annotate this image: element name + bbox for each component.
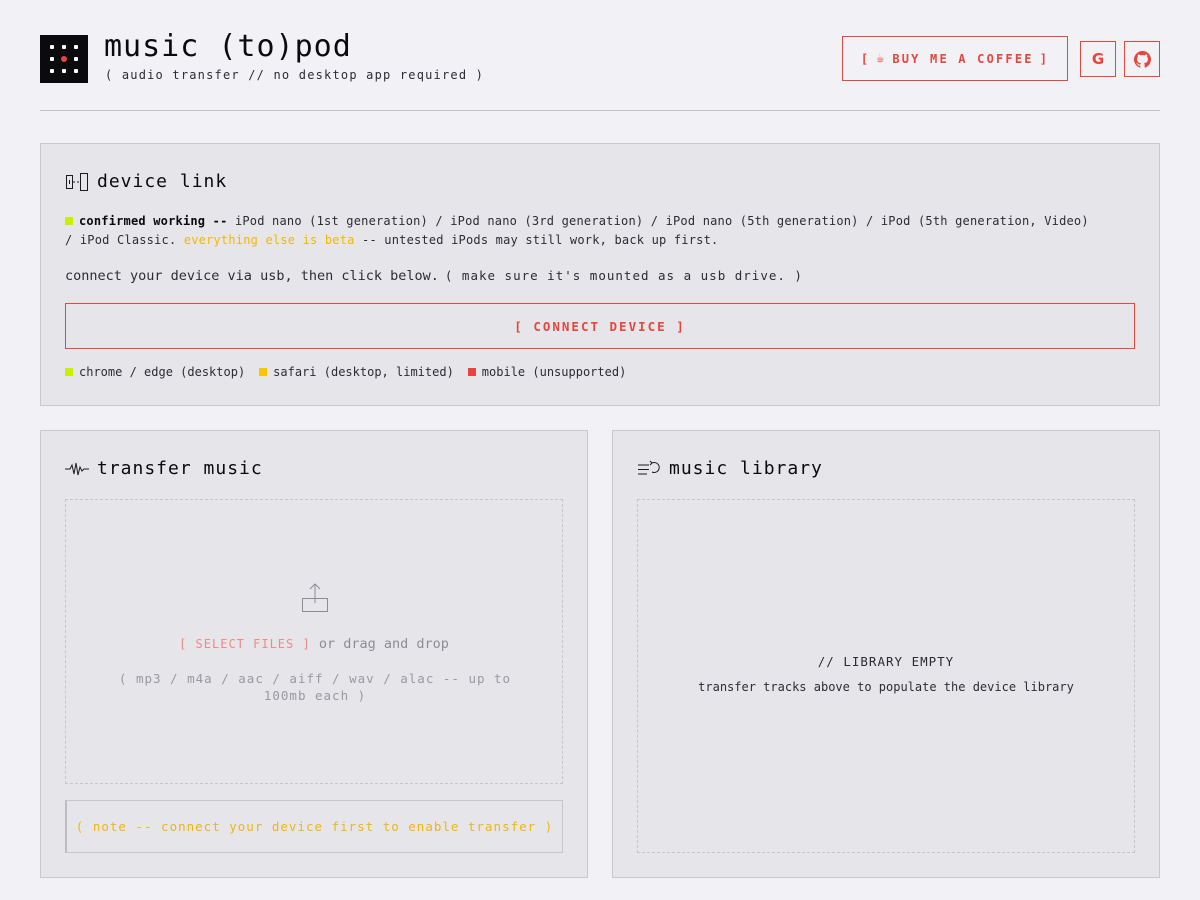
device-link-heading: device link — [65, 171, 227, 192]
music-library-title: music library — [669, 458, 823, 479]
unsupported-status-dot — [467, 368, 476, 376]
library-list: // LIBRARY EMPTY transfer tracks above t… — [637, 499, 1135, 853]
coffee-button-close-bracket: ] — [1039, 51, 1050, 66]
device-link-panel: device link confirmed working -- iPod na… — [40, 143, 1160, 406]
app-title: music (to)pod — [104, 29, 352, 64]
supported-status-dot — [65, 368, 73, 376]
google-icon: G — [1091, 50, 1105, 68]
drag-and-drop-text: or drag and drop — [318, 636, 449, 652]
playlist-icon — [638, 460, 660, 474]
mount-note: ( make sure it's mounted as a usb drive.… — [444, 268, 803, 283]
browser-support-label: mobile (unsupported) — [481, 365, 627, 379]
browser-support-item: chrome / edge (desktop) — [65, 365, 245, 379]
browser-support-item: safari (desktop, limited) — [259, 365, 454, 379]
browser-support-list: chrome / edge (desktop) safari (desktop,… — [65, 365, 626, 379]
browser-support-label: chrome / edge (desktop) — [79, 365, 246, 379]
app-logo — [40, 35, 88, 83]
beta-label: everything else is beta — [183, 233, 355, 247]
coffee-button-label: BUY ME A COFFEE — [892, 51, 1034, 66]
github-button[interactable] — [1124, 41, 1160, 77]
connect-instruction-text: connect your device via usb, then click … — [65, 268, 439, 284]
device-link-icon — [66, 172, 88, 191]
select-files-link[interactable]: [ SELECT FILES ] — [179, 637, 311, 651]
supported-formats: ( mp3 / m4a / aac / aiff / wav / alac --… — [118, 671, 512, 703]
connect-instruction: connect your device via usb, then click … — [65, 268, 803, 284]
github-icon — [1133, 50, 1151, 68]
upload-icon — [302, 583, 328, 612]
google-button[interactable]: G — [1080, 41, 1116, 77]
limited-status-dot — [259, 368, 268, 376]
dropzone-prompt: [ SELECT FILES ] or drag and drop — [66, 636, 562, 652]
connect-device-button[interactable]: [ CONNECT DEVICE ] — [65, 303, 1135, 349]
buy-me-a-coffee-button[interactable]: [ ☕︎ BUY ME A COFFEE ] — [842, 36, 1068, 81]
waveform-icon — [65, 462, 89, 475]
browser-support-label: safari (desktop, limited) — [273, 365, 454, 379]
transfer-music-panel: transfer music [ SELECT FILES ] or drag … — [40, 430, 588, 878]
header-divider — [40, 110, 1160, 111]
music-library-panel: music library // LIBRARY EMPTY transfer … — [612, 430, 1160, 878]
beta-note: -- untested iPods may still work, back u… — [362, 233, 719, 247]
music-library-heading: music library — [637, 458, 823, 479]
coffee-icon: ☕︎ — [876, 51, 887, 66]
transfer-music-title: transfer music — [97, 458, 263, 479]
transfer-disabled-note: ( note -- connect your device first to e… — [65, 800, 563, 853]
library-empty-title: // LIBRARY EMPTY — [817, 654, 955, 669]
coffee-button-open-bracket: [ — [860, 51, 871, 66]
browser-support-item: mobile (unsupported) — [467, 365, 627, 379]
library-empty-subtitle: transfer tracks above to populate the de… — [698, 680, 1074, 694]
confirmed-working-label: confirmed working -- — [79, 214, 228, 228]
compatibility-note: confirmed working -- iPod nano (1st gene… — [65, 212, 1095, 250]
device-link-title: device link — [97, 171, 228, 192]
transfer-music-heading: transfer music — [65, 458, 263, 479]
confirmed-status-dot — [65, 217, 73, 225]
file-dropzone[interactable]: [ SELECT FILES ] or drag and drop ( mp3 … — [65, 499, 563, 784]
app-subtitle: ( audio transfer // no desktop app requi… — [105, 68, 485, 82]
